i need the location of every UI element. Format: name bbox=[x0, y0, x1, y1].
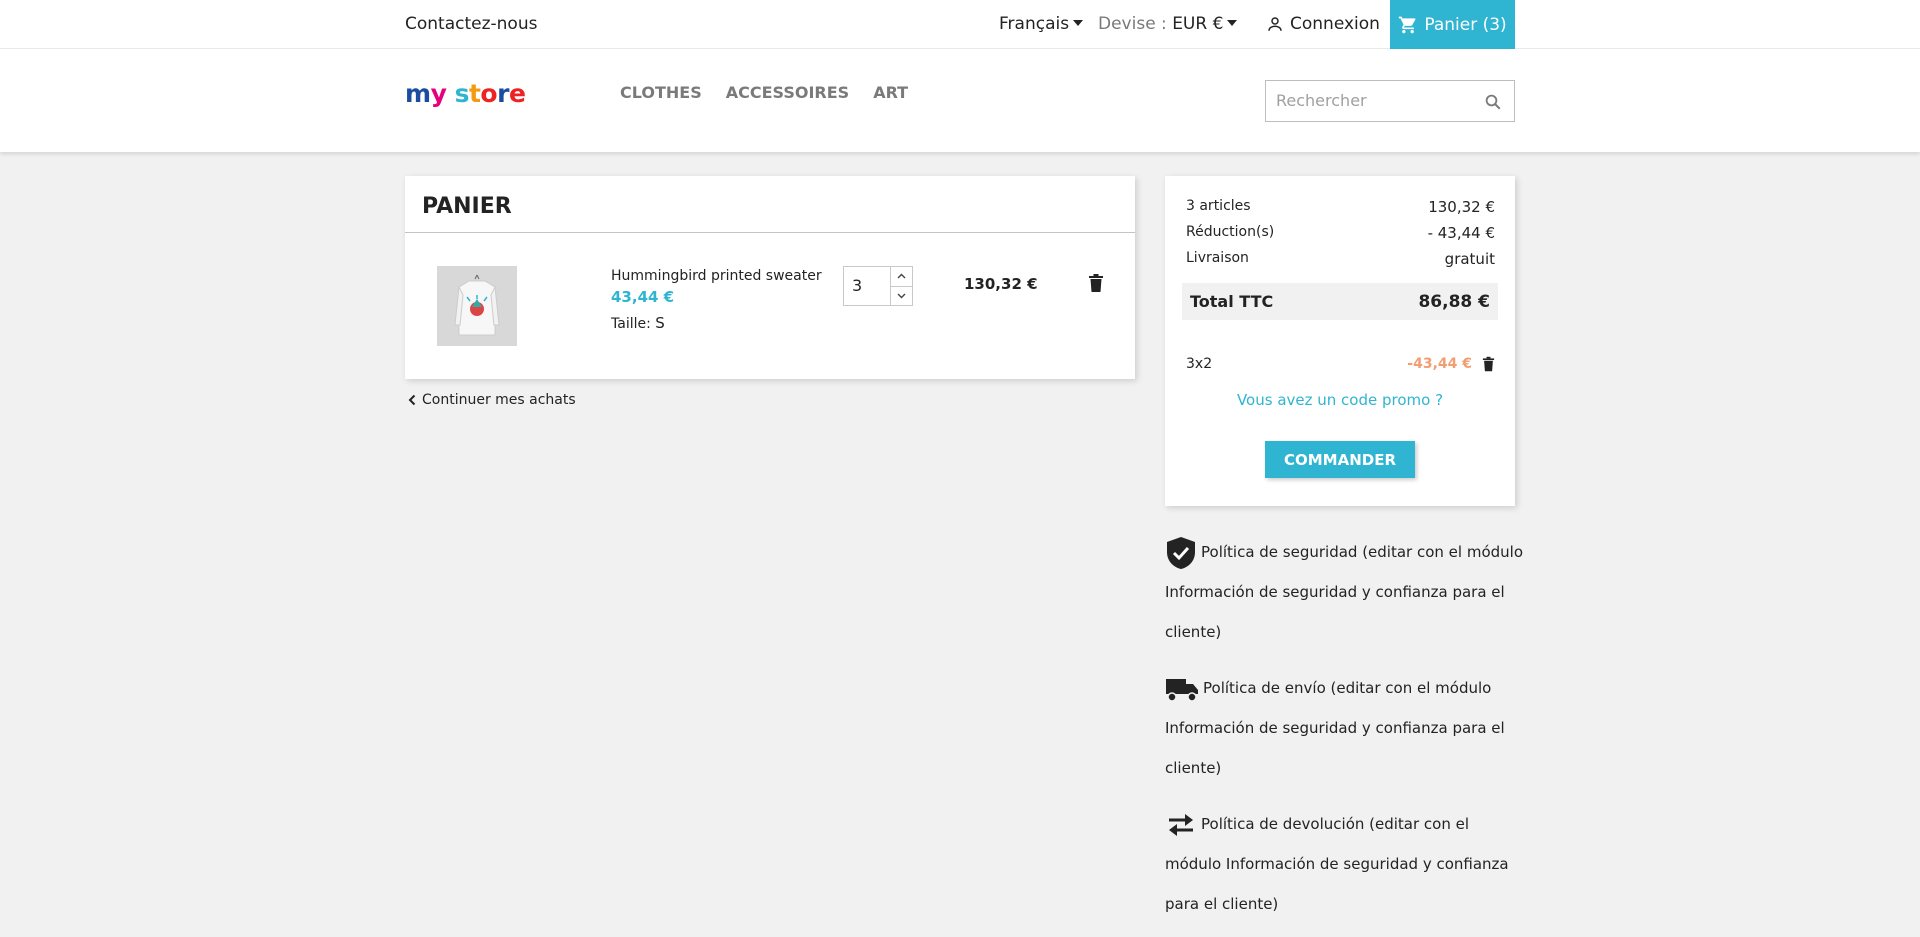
shipping-label: Livraison bbox=[1186, 250, 1249, 266]
logo-letter: t bbox=[468, 79, 481, 108]
delete-voucher-icon[interactable] bbox=[1482, 356, 1495, 372]
articles-label: 3 articles bbox=[1186, 198, 1251, 214]
shipping-value: gratuit bbox=[1444, 250, 1495, 268]
language-selector[interactable]: Français bbox=[999, 14, 1084, 34]
search-icon[interactable] bbox=[1484, 93, 1502, 111]
login-link[interactable]: Connexion bbox=[1266, 14, 1380, 34]
size-label: Taille: bbox=[611, 316, 651, 332]
search-input[interactable] bbox=[1266, 81, 1466, 119]
sweater-image bbox=[454, 274, 500, 336]
total-value: 86,88 € bbox=[1418, 291, 1490, 312]
size-value: S bbox=[655, 314, 665, 332]
chevron-up-icon bbox=[897, 273, 906, 279]
swap-arrows-icon bbox=[1169, 813, 1193, 836]
logo-letter: y bbox=[430, 79, 447, 108]
reassurance-security-text: Política de seguridad (editar con el mód… bbox=[1165, 543, 1524, 641]
currency-selector[interactable]: Devise : EUR € bbox=[1098, 14, 1238, 34]
contact-link[interactable]: Contactez-nous bbox=[405, 14, 537, 34]
reassurance-shipping: Política de envío (editar con el módulo … bbox=[1165, 668, 1525, 788]
top-nav: Contactez-nous Français Devise : EUR € C… bbox=[0, 0, 1920, 49]
quantity-stepper: 3 bbox=[843, 266, 913, 306]
quantity-decrease-button[interactable] bbox=[891, 287, 912, 306]
cart-title: PANIER bbox=[422, 194, 512, 219]
continue-shopping-link[interactable]: Continuer mes achats bbox=[408, 392, 576, 408]
shopping-cart-icon bbox=[1399, 16, 1416, 33]
logo-letter: m bbox=[405, 79, 431, 108]
logo-space bbox=[446, 79, 454, 108]
truck-icon bbox=[1166, 678, 1198, 702]
menu-item-art[interactable]: ART bbox=[873, 83, 908, 102]
total-row: Total TTC 86,88 € bbox=[1182, 283, 1498, 320]
logo-letter: o bbox=[480, 79, 498, 108]
language-label: Français bbox=[999, 14, 1070, 34]
product-price: 43,44 € bbox=[611, 288, 675, 306]
cart-button[interactable]: Panier (3) bbox=[1390, 0, 1515, 49]
search-box bbox=[1265, 80, 1515, 122]
quantity-arrows bbox=[891, 267, 912, 305]
reassurance-security: Política de seguridad (editar con el mód… bbox=[1165, 532, 1525, 652]
reassurance-shipping-text: Política de envío (editar con el módulo … bbox=[1165, 679, 1505, 777]
product-name[interactable]: Hummingbird printed sweater bbox=[611, 268, 822, 284]
applied-voucher: 3x2 -43,44 € bbox=[1186, 356, 1495, 372]
menu-item-accessoires[interactable]: ACCESSOIRES bbox=[726, 83, 849, 102]
quantity-input[interactable]: 3 bbox=[844, 267, 892, 305]
main-menu: CLOTHES ACCESSOIRES ART bbox=[620, 83, 908, 102]
reassurance-returns-text: Política de devolución (editar con el mó… bbox=[1165, 815, 1509, 913]
product-thumbnail[interactable] bbox=[437, 266, 517, 346]
cart-summary: 3 articles 130,32 € Réduction(s) - 43,44… bbox=[1165, 176, 1515, 506]
line-total: 130,32 € bbox=[964, 275, 1038, 293]
continue-shopping-label: Continuer mes achats bbox=[422, 392, 576, 408]
chevron-left-icon bbox=[408, 394, 416, 406]
summary-shipping-row: Livraison gratuit bbox=[1186, 250, 1495, 268]
site-header: my store CLOTHES ACCESSOIRES ART bbox=[0, 49, 1920, 152]
cart-panel: PANIER Hummingbird printed sweater 43,44… bbox=[405, 176, 1135, 379]
articles-value: 130,32 € bbox=[1428, 198, 1495, 216]
login-label: Connexion bbox=[1290, 14, 1380, 34]
user-icon bbox=[1268, 17, 1282, 31]
summary-articles-row: 3 articles 130,32 € bbox=[1186, 198, 1495, 216]
logo-letter: r bbox=[497, 79, 509, 108]
voucher-name: 3x2 bbox=[1186, 356, 1213, 372]
reassurance-returns: Política de devolución (editar con el mó… bbox=[1165, 804, 1525, 924]
store-logo[interactable]: my store bbox=[405, 79, 526, 108]
reduction-label: Réduction(s) bbox=[1186, 224, 1275, 240]
cart-label: Panier (3) bbox=[1424, 14, 1507, 35]
logo-letter: e bbox=[508, 79, 526, 108]
menu-item-clothes[interactable]: CLOTHES bbox=[620, 83, 702, 102]
voucher-amount: -43,44 € bbox=[1407, 356, 1472, 372]
delete-item-icon[interactable] bbox=[1088, 273, 1104, 293]
product-size: Taille: S bbox=[611, 314, 665, 332]
chevron-down-icon bbox=[897, 293, 906, 299]
quantity-increase-button[interactable] bbox=[891, 267, 912, 287]
currency-value: EUR € bbox=[1172, 14, 1224, 34]
checkout-button[interactable]: COMMANDER bbox=[1265, 441, 1415, 478]
chevron-down-icon bbox=[1073, 19, 1084, 26]
summary-reduction-row: Réduction(s) - 43,44 € bbox=[1186, 224, 1495, 242]
currency-label: Devise : bbox=[1098, 14, 1167, 34]
reduction-value: - 43,44 € bbox=[1427, 224, 1495, 242]
chevron-down-icon bbox=[1227, 19, 1238, 26]
shield-check-icon bbox=[1167, 536, 1195, 569]
logo-letter: s bbox=[454, 79, 470, 108]
total-label: Total TTC bbox=[1190, 292, 1274, 311]
divider bbox=[405, 232, 1135, 233]
promo-code-link[interactable]: Vous avez un code promo ? bbox=[1165, 391, 1515, 409]
